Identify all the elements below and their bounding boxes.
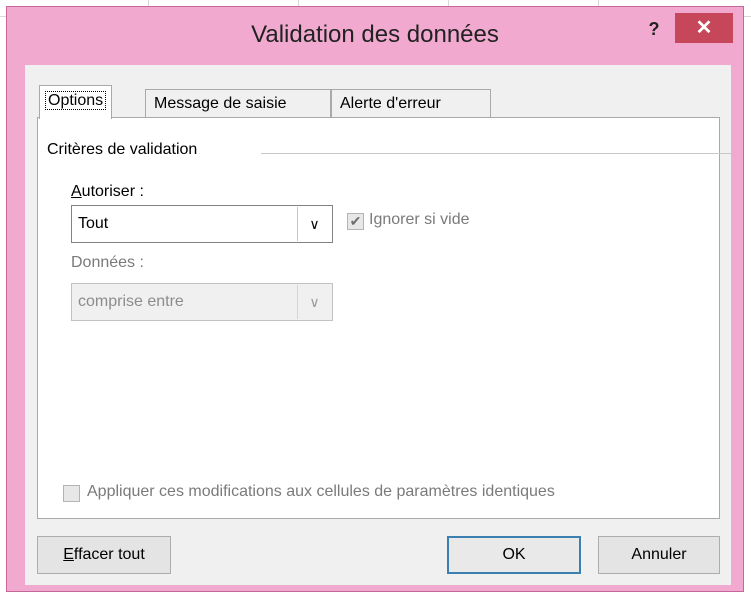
ignore-blank-label: Ignorer si vide: [369, 211, 470, 228]
cancel-button[interactable]: Annuler: [598, 536, 720, 574]
tab-input-message[interactable]: Message de saisie: [145, 89, 331, 118]
check-icon: ✔: [349, 213, 362, 229]
tab-input-message-label: Message de saisie: [154, 95, 287, 112]
ok-button[interactable]: OK: [447, 536, 581, 574]
data-validation-dialog: Validation des données ? ✕ Options Messa…: [6, 6, 744, 592]
allow-select[interactable]: Tout ∨: [71, 205, 333, 243]
tab-options[interactable]: Options: [39, 85, 113, 119]
validation-criteria-title: Critères de validation: [47, 141, 198, 159]
clear-all-button[interactable]: Effacer tout: [37, 536, 171, 574]
data-select-value: comprise entre: [78, 293, 184, 310]
dialog-title: Validation des données: [251, 21, 499, 48]
data-label: Données :: [71, 254, 144, 271]
tab-error-alert[interactable]: Alerte d'erreur: [331, 89, 491, 118]
close-icon: ✕: [695, 17, 713, 39]
apply-all-label: Appliquer ces modifications aux cellules…: [87, 483, 555, 500]
apply-all-checkbox[interactable]: [63, 485, 80, 502]
allow-select-value: Tout: [78, 215, 109, 232]
ignore-blank-checkbox[interactable]: ✔: [347, 213, 364, 230]
data-select[interactable]: comprise entre ∨: [71, 283, 333, 321]
title-bar[interactable]: Validation des données ? ✕: [7, 7, 743, 65]
chevron-down-icon[interactable]: ∨: [297, 285, 331, 319]
group-divider: [261, 153, 731, 154]
dialog-body: Options Message de saisie Alerte d'erreu…: [25, 65, 731, 585]
tab-error-alert-label: Alerte d'erreur: [340, 95, 441, 112]
tab-options-label: Options: [45, 91, 107, 110]
help-button[interactable]: ?: [642, 17, 666, 41]
close-button[interactable]: ✕: [675, 13, 733, 43]
chevron-down-icon[interactable]: ∨: [297, 207, 331, 241]
allow-label: Autoriser :: [71, 183, 144, 200]
